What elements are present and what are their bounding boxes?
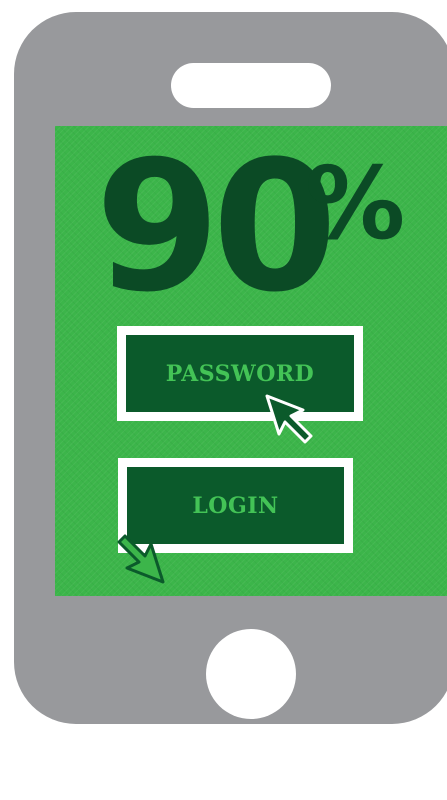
password-field: PASSWORD bbox=[117, 326, 363, 421]
arrow-cursor-icon bbox=[117, 534, 165, 584]
arrow-cursor-icon bbox=[265, 394, 313, 444]
phone-home-button bbox=[206, 629, 296, 719]
percentage-sign: % bbox=[305, 145, 406, 262]
phone-screen: 90 % PASSWORD LOGIN bbox=[55, 126, 447, 596]
percentage-value: 90 bbox=[95, 126, 337, 332]
phone-speaker bbox=[171, 63, 331, 108]
illustration-canvas: 90 % PASSWORD LOGIN bbox=[0, 0, 447, 800]
